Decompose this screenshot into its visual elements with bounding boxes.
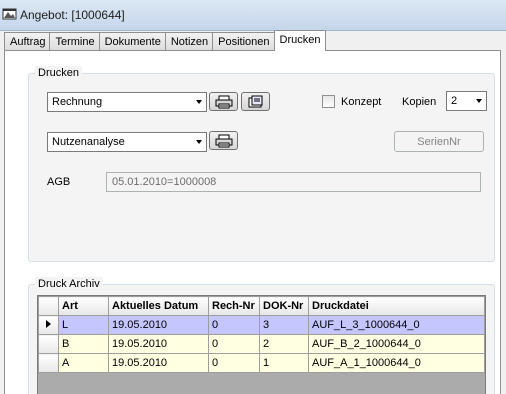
column-header-datum[interactable]: Aktuelles Datum bbox=[108, 296, 209, 316]
preview-button[interactable] bbox=[241, 92, 270, 111]
print-button-2[interactable] bbox=[209, 131, 238, 150]
cell-dok-nr[interactable]: 2 bbox=[259, 334, 309, 354]
printer-icon bbox=[215, 134, 232, 147]
report2-select-value: Nutzenanalyse bbox=[52, 136, 125, 148]
tab-notizen[interactable]: Notizen bbox=[164, 32, 213, 51]
chevron-down-icon[interactable] bbox=[471, 92, 486, 110]
row-selector[interactable] bbox=[38, 353, 59, 373]
cell-rech-nr[interactable]: 0 bbox=[208, 315, 260, 335]
cell-dok-nr[interactable]: 3 bbox=[259, 315, 309, 335]
cell-datum[interactable]: 19.05.2010 bbox=[108, 334, 209, 354]
cell-druckdatei[interactable]: AUF_A_1_1000644_0 bbox=[308, 353, 485, 373]
printer-icon bbox=[215, 95, 232, 108]
agb-field[interactable]: 05.01.2010=1000008 bbox=[106, 172, 481, 192]
cell-datum[interactable]: 19.05.2010 bbox=[108, 315, 209, 335]
cell-druckdatei[interactable]: AUF_L_3_1000644_0 bbox=[308, 315, 485, 335]
agb-label: AGB bbox=[47, 176, 71, 188]
druck-archiv-group-title: Druck Archiv bbox=[35, 277, 103, 291]
chevron-down-icon[interactable] bbox=[191, 93, 206, 111]
seriennr-button[interactable]: SerienNr bbox=[394, 131, 484, 152]
tab-drucken[interactable]: Drucken bbox=[273, 30, 326, 51]
kopien-label: Kopien bbox=[402, 96, 437, 108]
tab-positionen[interactable]: Positionen bbox=[212, 32, 274, 51]
cell-rech-nr[interactable]: 0 bbox=[208, 353, 260, 373]
column-header-druckdatei[interactable]: Druckdatei bbox=[308, 296, 485, 316]
kopien-select-value: 2 bbox=[451, 95, 458, 107]
cell-art[interactable]: B bbox=[58, 334, 109, 354]
column-header-art[interactable]: Art bbox=[58, 296, 109, 316]
tab-strip: Auftrag Termine Dokumente Notizen Positi… bbox=[4, 30, 326, 51]
table-row[interactable]: B 19.05.2010 0 2 AUF_B_2_1000644_0 bbox=[38, 334, 485, 354]
window-title-bar[interactable]: Angebot: [1000644] bbox=[0, 0, 506, 31]
table-row[interactable]: L 19.05.2010 0 3 AUF_L_3_1000644_0 bbox=[38, 315, 485, 335]
cell-druckdatei[interactable]: AUF_B_2_1000644_0 bbox=[308, 334, 485, 354]
row-selector[interactable] bbox=[38, 315, 59, 335]
chevron-down-icon[interactable] bbox=[191, 133, 206, 151]
row-selector[interactable] bbox=[38, 334, 59, 354]
column-header-dok-nr[interactable]: DOK-Nr bbox=[259, 296, 309, 316]
cell-art[interactable]: L bbox=[58, 315, 109, 335]
column-header-rech-nr[interactable]: Rech-Nr bbox=[208, 296, 260, 316]
print-button[interactable] bbox=[209, 92, 238, 111]
druck-archiv-table: Art Aktuelles Datum Rech-Nr DOK-Nr Druck… bbox=[38, 296, 485, 373]
cell-rech-nr[interactable]: 0 bbox=[208, 334, 260, 354]
kopien-select[interactable]: 2 bbox=[446, 91, 487, 111]
report-select-value: Rechnung bbox=[52, 96, 103, 108]
cell-dok-nr[interactable]: 1 bbox=[259, 353, 309, 373]
drucken-group-title: Drucken bbox=[35, 66, 82, 80]
row-header-corner bbox=[38, 296, 59, 316]
konzept-label: Konzept bbox=[341, 96, 382, 108]
cell-datum[interactable]: 19.05.2010 bbox=[108, 353, 209, 373]
current-row-icon bbox=[46, 320, 51, 328]
app-icon[interactable] bbox=[2, 6, 18, 22]
report2-select[interactable]: Nutzenanalyse bbox=[47, 132, 207, 152]
report-select[interactable]: Rechnung bbox=[47, 92, 207, 112]
konzept-checkbox[interactable] bbox=[322, 95, 335, 108]
tab-termine[interactable]: Termine bbox=[49, 32, 99, 51]
tab-dokumente[interactable]: Dokumente bbox=[98, 32, 165, 51]
table-row[interactable]: A 19.05.2010 0 1 AUF_A_1_1000644_0 bbox=[38, 353, 485, 373]
druck-archiv-grid[interactable]: Art Aktuelles Datum Rech-Nr DOK-Nr Druck… bbox=[37, 295, 486, 394]
print-preview-icon bbox=[248, 95, 262, 107]
window-title: Angebot: [1000644] bbox=[20, 8, 125, 22]
cell-art[interactable]: A bbox=[58, 353, 109, 373]
tab-auftrag[interactable]: Auftrag bbox=[4, 32, 50, 51]
table-header-row: Art Aktuelles Datum Rech-Nr DOK-Nr Druck… bbox=[38, 296, 485, 316]
